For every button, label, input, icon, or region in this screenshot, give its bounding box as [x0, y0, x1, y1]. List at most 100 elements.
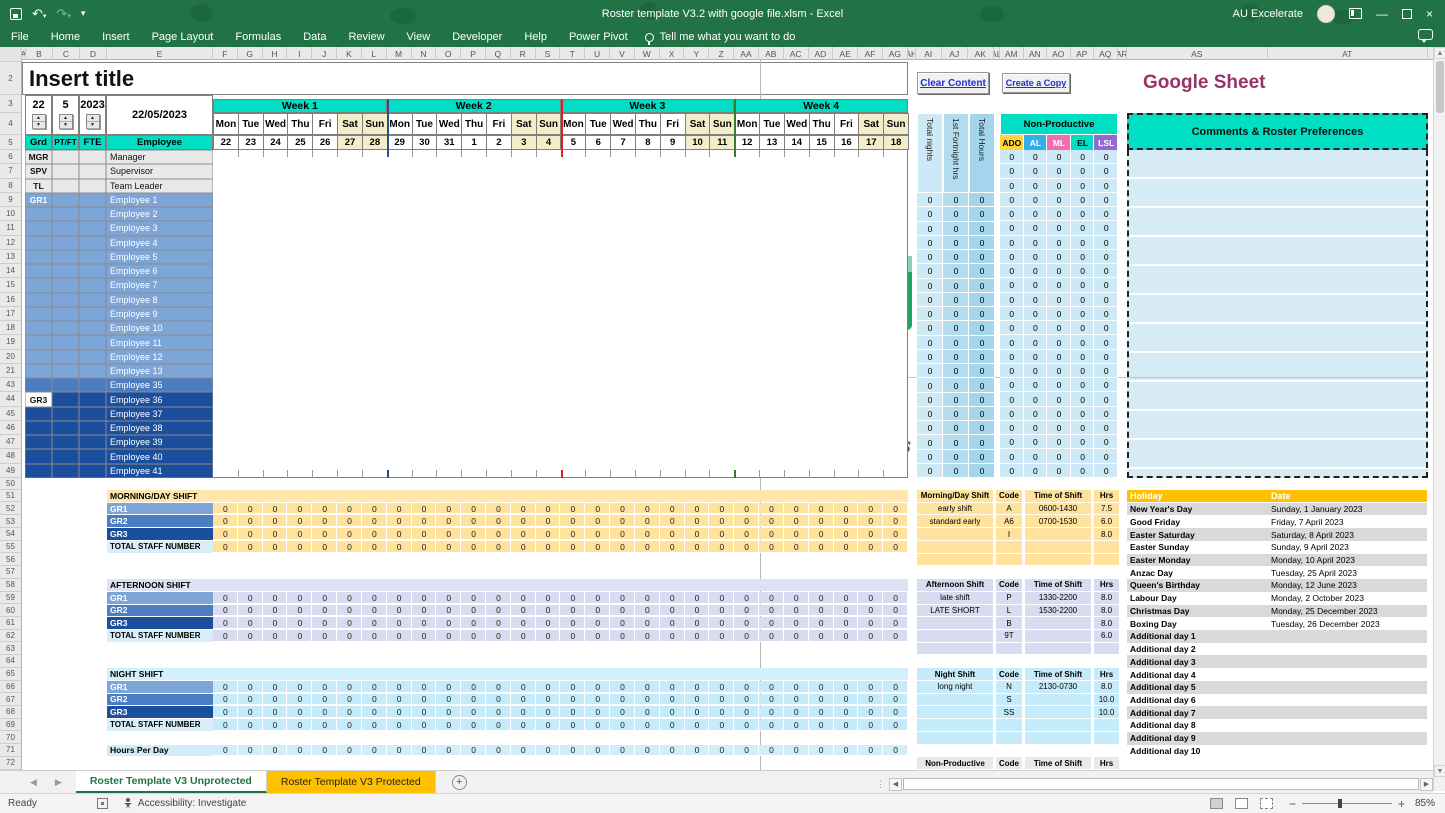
shift-zero-cell[interactable]: 0 — [436, 694, 461, 706]
nonproductive-zero-cell[interactable]: 0 — [1071, 350, 1095, 364]
shift-table-cell[interactable]: 6.0 — [1094, 515, 1119, 527]
shift-zero-cell[interactable]: 0 — [213, 605, 238, 617]
day-number-cell[interactable]: 14 — [784, 135, 810, 150]
spinner-control[interactable]: ▲▼ — [32, 114, 46, 129]
employee-name-cell[interactable]: Employee 10 — [106, 321, 213, 335]
shift-zero-cell[interactable]: 0 — [238, 503, 263, 515]
undo-icon[interactable]: ↶▾ — [32, 7, 46, 20]
shift-table-cell[interactable] — [1025, 732, 1091, 744]
employee-name-cell[interactable]: Employee 35 — [106, 378, 213, 392]
shift-group-label[interactable]: GR3 — [107, 617, 213, 629]
shift-table-cell[interactable]: 8.0 — [1094, 617, 1119, 629]
shift-zero-cell[interactable]: 0 — [486, 515, 511, 527]
shift-zero-cell[interactable]: 0 — [734, 719, 759, 731]
holiday-name-cell[interactable]: New Year's Day — [1127, 503, 1268, 516]
nonproductive-zero-cell[interactable]: 0 — [1024, 264, 1048, 278]
nonproductive-zero-cell[interactable]: 0 — [1071, 221, 1095, 235]
nonproductive-zero-cell[interactable]: 0 — [1000, 335, 1024, 349]
shift-zero-cell[interactable]: 0 — [585, 706, 610, 718]
holiday-name-cell[interactable]: Easter Saturday — [1127, 528, 1268, 541]
shift-zero-cell[interactable]: 0 — [759, 719, 784, 731]
shift-zero-cell[interactable]: 0 — [560, 630, 585, 642]
shift-zero-cell[interactable]: 0 — [734, 617, 759, 629]
summary-zero-cell[interactable]: 0 — [969, 279, 995, 293]
nonproductive-zero-cell[interactable]: 0 — [1094, 378, 1118, 392]
shift-zero-cell[interactable]: 0 — [660, 681, 685, 693]
employee-name-cell[interactable]: Employee 13 — [106, 364, 213, 378]
shift-zero-cell[interactable]: 0 — [759, 694, 784, 706]
row-header-63[interactable]: 63 — [0, 642, 21, 655]
ptft-cell[interactable] — [52, 421, 79, 435]
shift-zero-cell[interactable]: 0 — [412, 681, 437, 693]
shift-zero-cell[interactable]: 0 — [660, 528, 685, 540]
shift-zero-cell[interactable]: 0 — [287, 694, 312, 706]
row-header-48[interactable]: 48 — [0, 449, 21, 463]
column-header-Z[interactable]: Z — [709, 47, 734, 60]
row-header-9[interactable]: 9 — [0, 193, 21, 207]
ptft-cell[interactable] — [52, 278, 79, 292]
shift-zero-cell[interactable]: 0 — [858, 592, 883, 604]
shift-zero-cell[interactable]: 0 — [412, 592, 437, 604]
holiday-name-cell[interactable]: Additional day 8 — [1127, 719, 1268, 732]
shift-zero-cell[interactable]: 0 — [337, 605, 362, 617]
shift-zero-cell[interactable]: 0 — [784, 617, 809, 629]
nonproductive-zero-cell[interactable]: 0 — [1024, 250, 1048, 264]
day-name-cell[interactable]: Tue — [585, 113, 611, 135]
row-header-2[interactable]: 2 — [0, 62, 21, 95]
shift-zero-cell[interactable]: 0 — [734, 706, 759, 718]
comments-header[interactable]: Comments & Roster Preferences — [1127, 113, 1428, 150]
row-header-57[interactable]: 57 — [0, 566, 21, 579]
nonproductive-zero-cell[interactable]: 0 — [1000, 250, 1024, 264]
horizontal-scrollbar[interactable]: ⋮ ◀ ▶ — [876, 777, 1433, 791]
shift-zero-cell[interactable]: 0 — [858, 745, 883, 757]
day-name-cell[interactable]: Sat — [858, 113, 884, 135]
ptft-cell[interactable] — [52, 435, 79, 449]
employee-name-cell[interactable]: Employee 3 — [106, 221, 213, 235]
nonproductive-zero-cell[interactable]: 0 — [1071, 407, 1095, 421]
summary-zero-cell[interactable]: 0 — [917, 336, 943, 350]
nonproductive-zero-cell[interactable]: 0 — [1047, 350, 1071, 364]
nonproductive-zero-cell[interactable]: 0 — [1094, 278, 1118, 292]
column-header-B[interactable]: B — [26, 47, 53, 60]
nonproductive-zero-cell[interactable]: 0 — [1047, 164, 1071, 178]
shift-zero-cell[interactable]: 0 — [635, 503, 660, 515]
nonproductive-zero-cell[interactable]: 0 — [1071, 321, 1095, 335]
column-header-W[interactable]: W — [635, 47, 660, 60]
summary-zero-cell[interactable]: 0 — [917, 250, 943, 264]
holiday-name-cell[interactable]: Additional day 3 — [1127, 655, 1268, 668]
column-header-AF[interactable]: AF — [858, 47, 883, 60]
nonproductive-zero-cell[interactable]: 0 — [1047, 278, 1071, 292]
day-number-cell[interactable]: 23 — [238, 135, 264, 150]
shift-zero-cell[interactable]: 0 — [585, 605, 610, 617]
comments-icon[interactable] — [1418, 29, 1433, 40]
nonproductive-zero-cell[interactable]: 0 — [1000, 221, 1024, 235]
summary-zero-cell[interactable]: 0 — [917, 307, 943, 321]
summary-zero-cell[interactable]: 0 — [943, 321, 969, 335]
save-icon[interactable] — [10, 8, 22, 20]
shift-zero-cell[interactable]: 0 — [511, 605, 536, 617]
holiday-date-cell[interactable] — [1268, 719, 1427, 732]
summary-zero-cell[interactable]: 0 — [969, 435, 995, 449]
total-staff-label[interactable]: TOTAL STAFF NUMBER — [107, 630, 213, 642]
shift-zero-cell[interactable]: 0 — [734, 528, 759, 540]
shift-zero-cell[interactable]: 0 — [486, 719, 511, 731]
summary-zero-cell[interactable]: 0 — [917, 464, 943, 478]
shift-zero-cell[interactable]: 0 — [511, 617, 536, 629]
shift-zero-cell[interactable]: 0 — [834, 515, 859, 527]
nonproductive-zero-cell[interactable]: 0 — [1024, 464, 1048, 478]
day-name-cell[interactable]: Fri — [834, 113, 860, 135]
nonproductive-zero-cell[interactable]: 0 — [1094, 307, 1118, 321]
employee-name-cell[interactable]: Employee 40 — [106, 449, 213, 463]
nonproductive-code-al[interactable]: AL — [1024, 135, 1048, 150]
summary-zero-cell[interactable]: 0 — [943, 421, 969, 435]
column-header-AK[interactable]: AK — [968, 47, 994, 60]
nonproductive-zero-cell[interactable]: 0 — [1094, 164, 1118, 178]
summary-zero-cell[interactable]: 0 — [969, 421, 995, 435]
grade-cell[interactable] — [25, 378, 52, 392]
shift-zero-cell[interactable]: 0 — [461, 605, 486, 617]
grade-cell[interactable] — [25, 350, 52, 364]
column-header-V[interactable]: V — [610, 47, 635, 60]
holiday-date-cell[interactable]: Sunday, 9 April 2023 — [1268, 541, 1427, 554]
employee-name-cell[interactable]: Employee 12 — [106, 350, 213, 364]
employee-name-cell[interactable]: Employee 36 — [106, 392, 213, 406]
